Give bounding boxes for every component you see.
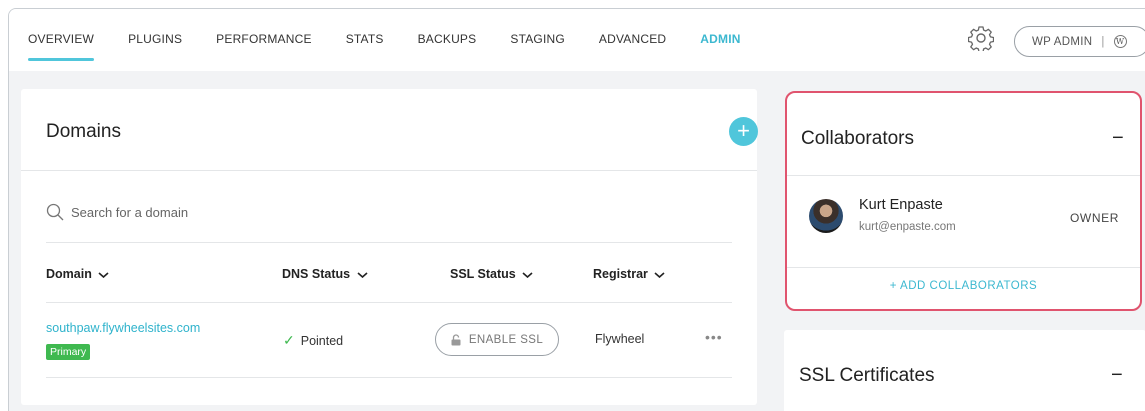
- app-frame: OVERVIEW PLUGINS PERFORMANCE STATS BACKU…: [8, 8, 1145, 411]
- chevron-down-icon: [357, 272, 368, 278]
- tab-backups[interactable]: BACKUPS: [418, 32, 477, 61]
- add-domain-button[interactable]: +: [729, 117, 758, 146]
- column-header-ssl-status[interactable]: SSL Status: [450, 267, 533, 281]
- ssl-certificates-card: SSL Certificates −: [784, 330, 1145, 411]
- column-header-registrar[interactable]: Registrar: [593, 267, 665, 281]
- top-nav: OVERVIEW PLUGINS PERFORMANCE STATS BACKU…: [9, 9, 1145, 71]
- divider: [21, 170, 757, 171]
- gear-icon[interactable]: [968, 25, 994, 51]
- collaborator-email: kurt@enpaste.com: [859, 221, 956, 233]
- tab-stats[interactable]: STATS: [346, 32, 384, 61]
- divider: [787, 175, 1140, 176]
- tab-staging[interactable]: STAGING: [510, 32, 565, 61]
- unlock-icon: [451, 333, 461, 345]
- domains-title: Domains: [46, 121, 121, 142]
- chevron-down-icon: [522, 272, 533, 278]
- column-header-domain[interactable]: Domain: [46, 267, 109, 281]
- enable-ssl-button[interactable]: ENABLE SSL: [435, 323, 559, 356]
- domains-card: Domains + Domain DNS Status SSL Status R…: [21, 89, 758, 405]
- column-header-label: Registrar: [593, 267, 648, 281]
- tab-admin[interactable]: ADMIN: [700, 32, 740, 61]
- avatar: [809, 199, 843, 233]
- wordpress-icon: W: [1113, 35, 1127, 48]
- tab-advanced[interactable]: ADVANCED: [599, 32, 666, 61]
- chevron-down-icon: [98, 272, 109, 278]
- domain-link[interactable]: southpaw.flywheelsites.com: [46, 321, 200, 335]
- registrar-cell: Flywheel: [595, 332, 645, 346]
- search-input[interactable]: [71, 201, 471, 223]
- enable-ssl-label: ENABLE SSL: [468, 333, 544, 346]
- add-collaborators-button[interactable]: + ADD COLLABORATORS: [787, 280, 1140, 292]
- dns-status-cell: ✓ Pointed: [283, 332, 343, 349]
- divider: [787, 267, 1140, 268]
- checkmark-icon: ✓: [283, 332, 295, 348]
- column-header-dns-status[interactable]: DNS Status: [282, 267, 368, 281]
- tab-performance[interactable]: PERFORMANCE: [216, 32, 312, 61]
- more-options-icon[interactable]: •••: [705, 329, 723, 345]
- ssl-certificates-title: SSL Certificates: [799, 365, 935, 386]
- column-header-label: SSL Status: [450, 267, 516, 281]
- divider: [46, 242, 732, 243]
- wp-admin-label: WP ADMIN: [1032, 35, 1093, 48]
- search-icon: [46, 203, 64, 221]
- collaborators-card: Collaborators − Kurt Enpaste kurt@enpast…: [785, 91, 1142, 311]
- collaborator-name: Kurt Enpaste: [859, 197, 943, 213]
- chevron-down-icon: [654, 272, 665, 278]
- tab-bar: OVERVIEW PLUGINS PERFORMANCE STATS BACKU…: [28, 32, 775, 61]
- wp-admin-button[interactable]: WP ADMIN | W: [1014, 26, 1145, 57]
- collapse-button[interactable]: −: [1112, 127, 1124, 150]
- column-header-label: DNS Status: [282, 267, 351, 281]
- tab-overview[interactable]: OVERVIEW: [28, 32, 95, 61]
- primary-badge: Primary: [46, 344, 91, 360]
- wp-admin-separator: |: [1101, 35, 1105, 48]
- tab-plugins[interactable]: PLUGINS: [128, 32, 182, 61]
- collapse-button[interactable]: −: [1111, 364, 1123, 387]
- divider: [46, 302, 732, 303]
- collaborators-title: Collaborators: [801, 128, 914, 149]
- divider: [46, 377, 732, 378]
- column-header-label: Domain: [46, 267, 92, 281]
- dns-status-text: Pointed: [300, 334, 344, 348]
- collaborator-role: OWNER: [1070, 211, 1119, 225]
